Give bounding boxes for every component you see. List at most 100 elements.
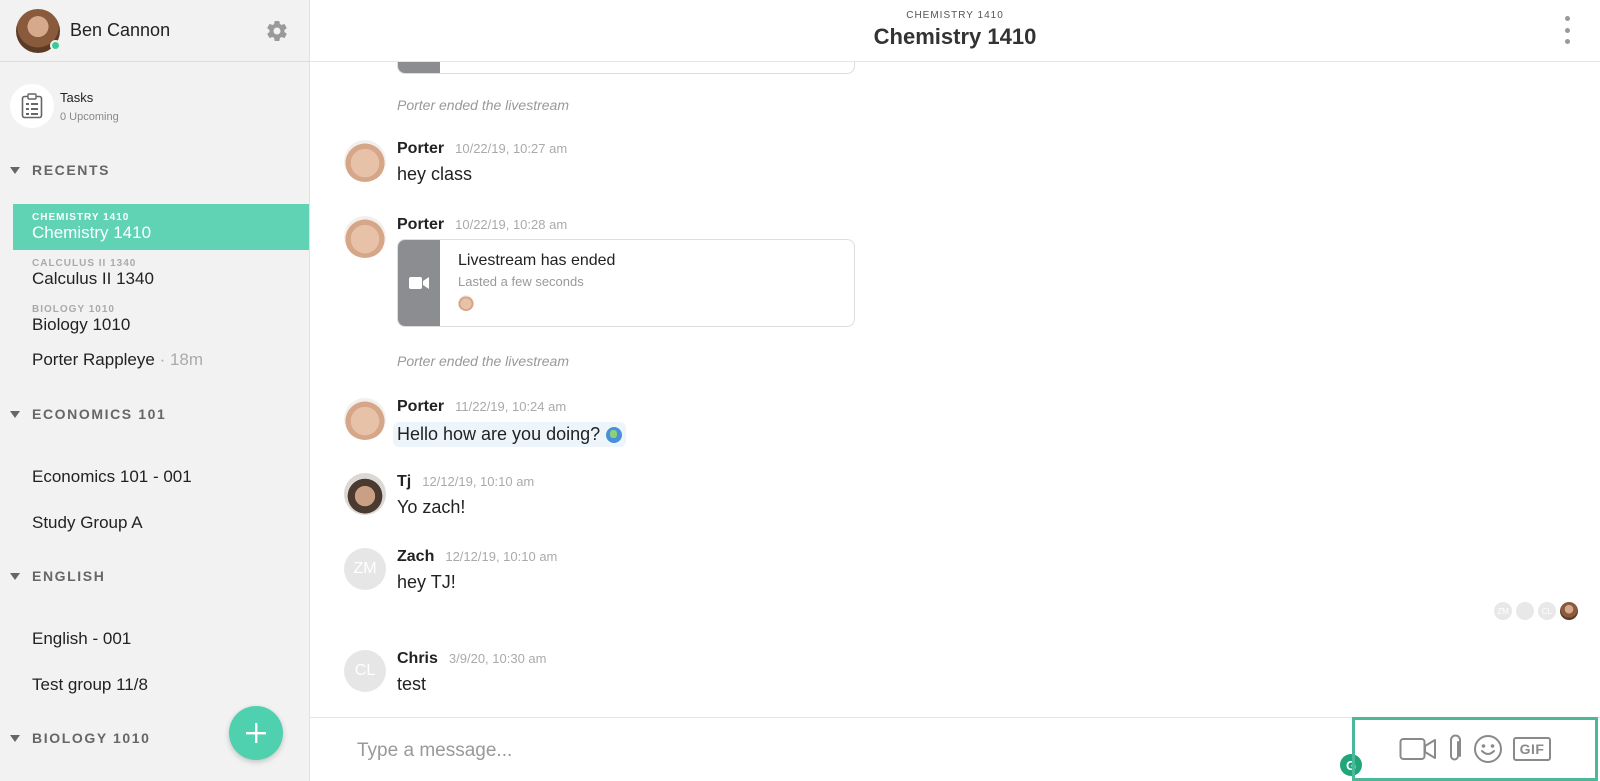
sidebar-item-porter-rappleye[interactable]: Porter Rappleye · 18m — [0, 342, 309, 378]
avatar[interactable] — [344, 398, 386, 440]
new-conversation-button[interactable] — [229, 706, 283, 760]
chat-kicker: CHEMISTRY 1410 — [906, 10, 1004, 21]
nav-label: Study Group A — [32, 513, 143, 532]
sidebar-item-english-001[interactable]: English - 001 — [0, 616, 309, 662]
read-receipts: ZM CL — [1494, 602, 1578, 620]
avatar[interactable] — [344, 473, 386, 515]
message-timestamp: 3/9/20, 10:30 am — [448, 651, 547, 666]
user-name[interactable]: Ben Cannon — [70, 20, 170, 41]
section-title: ENGLISH — [32, 568, 106, 584]
reader-avatar — [1560, 602, 1578, 620]
translate-globe-icon[interactable] — [606, 426, 623, 443]
video-camera-icon — [409, 277, 429, 289]
system-note: Porter ended the livestream — [397, 353, 569, 369]
reader-avatar: ZM — [1494, 602, 1512, 620]
plus-icon — [246, 723, 266, 743]
chat-main: CHEMISTRY 1410 Chemistry 1410 Porter end… — [310, 0, 1600, 781]
nav-label: Economics 101 - 001 — [32, 467, 192, 486]
sidebar: Ben Cannon Tasks 0 Upcoming RECENTS CHEM… — [0, 0, 310, 781]
video-camera-icon — [1399, 738, 1436, 760]
smiley-icon — [1473, 735, 1502, 763]
message-author[interactable]: Tj — [397, 473, 411, 491]
caret-down-icon — [10, 734, 20, 742]
avatar[interactable] — [344, 140, 386, 182]
avatar[interactable]: CL — [344, 650, 386, 692]
reader-avatar: CL — [1538, 602, 1556, 620]
paperclip-icon — [1449, 734, 1461, 761]
message: Porter 11/22/19, 10:24 am Hello how are y… — [344, 398, 627, 447]
message-timestamp: 12/12/19, 10:10 am — [422, 474, 535, 489]
message-text: Hello how are you doing? — [397, 424, 601, 444]
message-input[interactable] — [357, 740, 1157, 762]
attach-file-button[interactable] — [1447, 734, 1463, 764]
tasks-title: Tasks — [60, 89, 94, 105]
message-author[interactable]: Porter — [397, 398, 444, 416]
app: Ben Cannon Tasks 0 Upcoming RECENTS CHEM… — [0, 0, 1600, 781]
card-title: Livestream has ended — [458, 252, 616, 269]
message-timestamp: 12/12/19, 10:10 am — [445, 549, 558, 564]
nav-label: Test group 11/8 — [32, 675, 148, 694]
chat-header: CHEMISTRY 1410 Chemistry 1410 — [310, 0, 1600, 62]
sidebar-item-chemistry-1410[interactable]: CHEMISTRY 1410 Chemistry 1410 — [13, 204, 309, 250]
tasks-entry[interactable]: Tasks 0 Upcoming — [0, 62, 309, 150]
sidebar-item-calculus-ii-1340[interactable]: CALCULUS II 1340 Calculus II 1340 — [0, 250, 309, 296]
nav-kicker: CHEMISTRY 1410 — [32, 211, 130, 223]
nav-kicker: BIOLOGY 1010 — [32, 303, 115, 315]
avatar[interactable] — [344, 216, 386, 258]
message: ZM Zach 12/12/19, 10:10 am hey TJ! — [344, 548, 557, 593]
last-active-time: · 18m — [159, 350, 204, 369]
video-call-button[interactable] — [1399, 734, 1437, 764]
caret-down-icon — [10, 166, 20, 174]
sidebar-item-test-group-11-8[interactable]: Test group 11/8 — [0, 662, 309, 708]
sidebar-item-biology-1010[interactable]: BIOLOGY 1010 Biology 1010 — [0, 296, 309, 342]
message-author[interactable]: Porter — [397, 216, 444, 234]
more-options-icon[interactable] — [1564, 16, 1570, 44]
tasks-subtitle: 0 Upcoming — [60, 110, 119, 123]
clipboard-icon — [10, 84, 54, 128]
nav-label: Biology 1010 — [32, 314, 131, 334]
section-economics-101[interactable]: ECONOMICS 101 — [0, 394, 309, 434]
section-title: BIOLOGY 1010 — [32, 730, 151, 746]
gif-button[interactable]: GIF — [1512, 734, 1552, 764]
message-list[interactable]: Porter ended the livestream Porter 10/22/… — [310, 62, 1600, 717]
section-title: RECENTS — [32, 162, 111, 178]
user-header: Ben Cannon — [0, 0, 309, 62]
section-recents[interactable]: RECENTS — [0, 150, 309, 190]
chat-title: Chemistry 1410 — [873, 24, 1037, 49]
nav-label: English - 001 — [32, 629, 132, 648]
message-author[interactable]: Chris — [397, 650, 438, 668]
nav-label: Calculus II 1340 — [32, 268, 154, 288]
message-text: hey TJ! — [397, 572, 456, 592]
nav-kicker: CALCULUS II 1340 — [32, 257, 137, 269]
message-author[interactable]: Porter — [397, 140, 444, 158]
reader-avatar — [1516, 602, 1534, 620]
message: Tj 12/12/19, 10:10 am Yo zach! — [344, 473, 534, 518]
message-timestamp: 10/22/19, 10:27 am — [455, 141, 568, 156]
message-text: Yo zach! — [397, 497, 466, 517]
gear-icon[interactable] — [265, 19, 289, 43]
livestream-card[interactable]: Livestream has ended Lasted a few second… — [397, 239, 855, 327]
livestream-card[interactable] — [397, 62, 855, 74]
message: Porter 10/22/19, 10:28 am Livestream has … — [344, 216, 855, 327]
caret-down-icon — [10, 410, 20, 418]
online-status-dot — [50, 39, 61, 51]
message: CL Chris 3/9/20, 10:30 am test — [344, 650, 546, 695]
avatar[interactable]: ZM — [344, 548, 386, 590]
participant-avatar — [458, 295, 474, 311]
emoji-button[interactable] — [1473, 734, 1503, 764]
message: Porter 10/22/19, 10:27 am hey class — [344, 140, 567, 185]
section-english[interactable]: ENGLISH — [0, 556, 309, 596]
system-note: Porter ended the livestream — [397, 97, 569, 113]
section-title: ECONOMICS 101 — [32, 406, 167, 422]
sidebar-item-study-group-a[interactable]: Study Group A — [0, 500, 309, 546]
message-text: test — [397, 674, 427, 694]
gif-label: GIF — [1512, 737, 1552, 761]
avatar[interactable] — [16, 8, 61, 53]
message-text: hey class — [397, 164, 473, 184]
card-subtitle: Lasted a few seconds — [458, 274, 584, 289]
sidebar-item-economics-101-001[interactable]: Economics 101 - 001 — [0, 454, 309, 500]
nav-label: Chemistry 1410 — [32, 222, 152, 242]
nav-label: Porter Rappleye — [32, 350, 155, 369]
message-timestamp: 11/22/19, 10:24 am — [455, 399, 567, 414]
message-author[interactable]: Zach — [397, 548, 434, 566]
